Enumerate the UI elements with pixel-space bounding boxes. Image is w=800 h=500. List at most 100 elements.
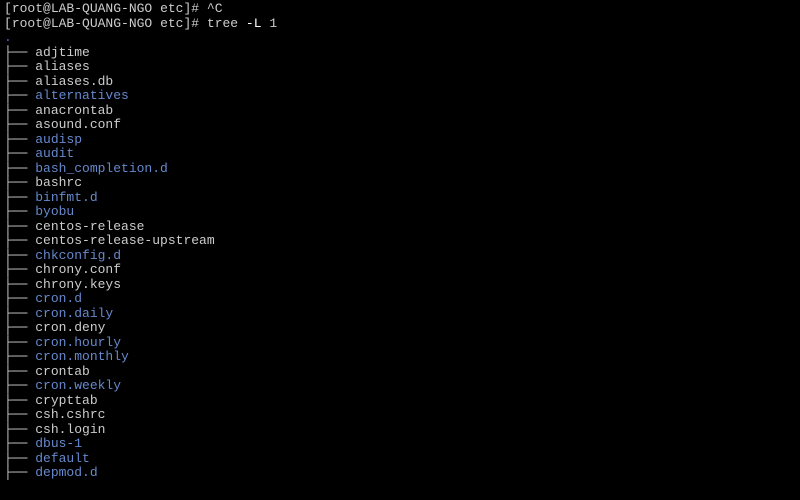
tree-item-name: csh.cshrc <box>35 407 105 422</box>
tree-item: ├── audisp <box>4 133 796 148</box>
tree-item-name: cron.weekly <box>35 378 121 393</box>
tree-item: ├── crypttab <box>4 394 796 409</box>
tree-item-name: csh.login <box>35 422 105 437</box>
tree-item: ├── aliases <box>4 60 796 75</box>
tree-branch-icon: ├── <box>4 451 35 466</box>
prompt-symbol: # <box>191 16 207 31</box>
prompt-user-host: root@LAB-QUANG-NGO <box>12 1 152 16</box>
tree-branch-icon: ├── <box>4 146 35 161</box>
tree-item-name: anacrontab <box>35 103 113 118</box>
tree-item-name: binfmt.d <box>35 190 97 205</box>
tree-item-name: cron.monthly <box>35 349 129 364</box>
tree-branch-icon: ├── <box>4 393 35 408</box>
tree-item-name: bashrc <box>35 175 82 190</box>
prompt-bracket-open: [ <box>4 16 12 31</box>
tree-item: ├── dbus-1 <box>4 437 796 452</box>
tree-branch-icon: ├── <box>4 132 35 147</box>
command-arg: 1 <box>262 16 278 31</box>
tree-item: ├── cron.weekly <box>4 379 796 394</box>
tree-item: ├── csh.login <box>4 423 796 438</box>
tree-branch-icon: ├── <box>4 161 35 176</box>
tree-item: ├── binfmt.d <box>4 191 796 206</box>
tree-branch-icon: ├── <box>4 219 35 234</box>
tree-branch-icon: ├── <box>4 88 35 103</box>
tree-item-name: aliases.db <box>35 74 113 89</box>
command-flag: -L <box>246 16 262 31</box>
tree-item: ├── audit <box>4 147 796 162</box>
tree-branch-icon: ├── <box>4 117 35 132</box>
tree-item: ├── default <box>4 452 796 467</box>
command-text: tree <box>207 16 246 31</box>
tree-item: ├── cron.hourly <box>4 336 796 351</box>
tree-item: ├── asound.conf <box>4 118 796 133</box>
tree-item-name: chkconfig.d <box>35 248 121 263</box>
tree-branch-icon: ├── <box>4 59 35 74</box>
tree-item: ├── chrony.conf <box>4 263 796 278</box>
tree-branch-icon: ├── <box>4 436 35 451</box>
tree-item: ├── centos-release <box>4 220 796 235</box>
tree-branch-icon: ├── <box>4 349 35 364</box>
tree-item: ├── cron.d <box>4 292 796 307</box>
tree-item-name: cron.deny <box>35 320 105 335</box>
tree-item-name: alternatives <box>35 88 129 103</box>
tree-item: ├── bashrc <box>4 176 796 191</box>
tree-branch-icon: ├── <box>4 422 35 437</box>
tree-item: ├── cron.monthly <box>4 350 796 365</box>
tree-branch-icon: ├── <box>4 262 35 277</box>
tree-item-name: centos-release-upstream <box>35 233 214 248</box>
tree-item-name: crontab <box>35 364 90 379</box>
tree-item: ├── chrony.keys <box>4 278 796 293</box>
tree-branch-icon: ├── <box>4 291 35 306</box>
tree-item: ├── byobu <box>4 205 796 220</box>
tree-item-name: chrony.conf <box>35 262 121 277</box>
tree-item-name: crypttab <box>35 393 97 408</box>
prompt-bracket-open: [ <box>4 1 12 16</box>
tree-item: ├── cron.daily <box>4 307 796 322</box>
prompt-line[interactable]: [root@LAB-QUANG-NGO etc]# ^C <box>4 2 796 17</box>
prompt-symbol: # <box>191 1 207 16</box>
tree-branch-icon: ├── <box>4 45 35 60</box>
tree-branch-icon: ├── <box>4 306 35 321</box>
tree-item-name: asound.conf <box>35 117 121 132</box>
command-text: ^C <box>207 1 223 16</box>
tree-item-name: default <box>35 451 90 466</box>
tree-root-dot: . <box>4 30 12 45</box>
tree-branch-icon: ├── <box>4 248 35 263</box>
tree-item-name: centos-release <box>35 219 144 234</box>
tree-item-name: byobu <box>35 204 74 219</box>
tree-item: ├── alternatives <box>4 89 796 104</box>
tree-item: ├── centos-release-upstream <box>4 234 796 249</box>
tree-item-name: adjtime <box>35 45 90 60</box>
tree-item-name: cron.hourly <box>35 335 121 350</box>
tree-item-name: bash_completion.d <box>35 161 168 176</box>
tree-item: ├── aliases.db <box>4 75 796 90</box>
tree-branch-icon: ├── <box>4 233 35 248</box>
tree-item: ├── anacrontab <box>4 104 796 119</box>
tree-item-name: depmod.d <box>35 465 97 480</box>
tree-branch-icon: ├── <box>4 407 35 422</box>
tree-item-name: audisp <box>35 132 82 147</box>
prompt-cwd: etc <box>160 16 183 31</box>
tree-item-name: audit <box>35 146 74 161</box>
tree-branch-icon: ├── <box>4 190 35 205</box>
tree-item-name: cron.daily <box>35 306 113 321</box>
prompt-line[interactable]: [root@LAB-QUANG-NGO etc]# tree -L 1 <box>4 17 796 32</box>
tree-item: ├── csh.cshrc <box>4 408 796 423</box>
tree-item-name: chrony.keys <box>35 277 121 292</box>
tree-branch-icon: ├── <box>4 364 35 379</box>
tree-branch-icon: ├── <box>4 320 35 335</box>
tree-item: ├── cron.deny <box>4 321 796 336</box>
tree-item: ├── adjtime <box>4 46 796 61</box>
tree-root: . <box>4 31 796 46</box>
tree-item-name: dbus-1 <box>35 436 82 451</box>
prompt-cwd: etc <box>160 1 183 16</box>
tree-branch-icon: ├── <box>4 465 35 480</box>
tree-item: ├── depmod.d <box>4 466 796 481</box>
tree-item: ├── bash_completion.d <box>4 162 796 177</box>
tree-item-name: cron.d <box>35 291 82 306</box>
tree-branch-icon: ├── <box>4 74 35 89</box>
tree-branch-icon: ├── <box>4 378 35 393</box>
prompt-user-host: root@LAB-QUANG-NGO <box>12 16 152 31</box>
tree-item: ├── crontab <box>4 365 796 380</box>
terminal-output: [root@LAB-QUANG-NGO etc]# ^C[root@LAB-QU… <box>4 2 796 481</box>
